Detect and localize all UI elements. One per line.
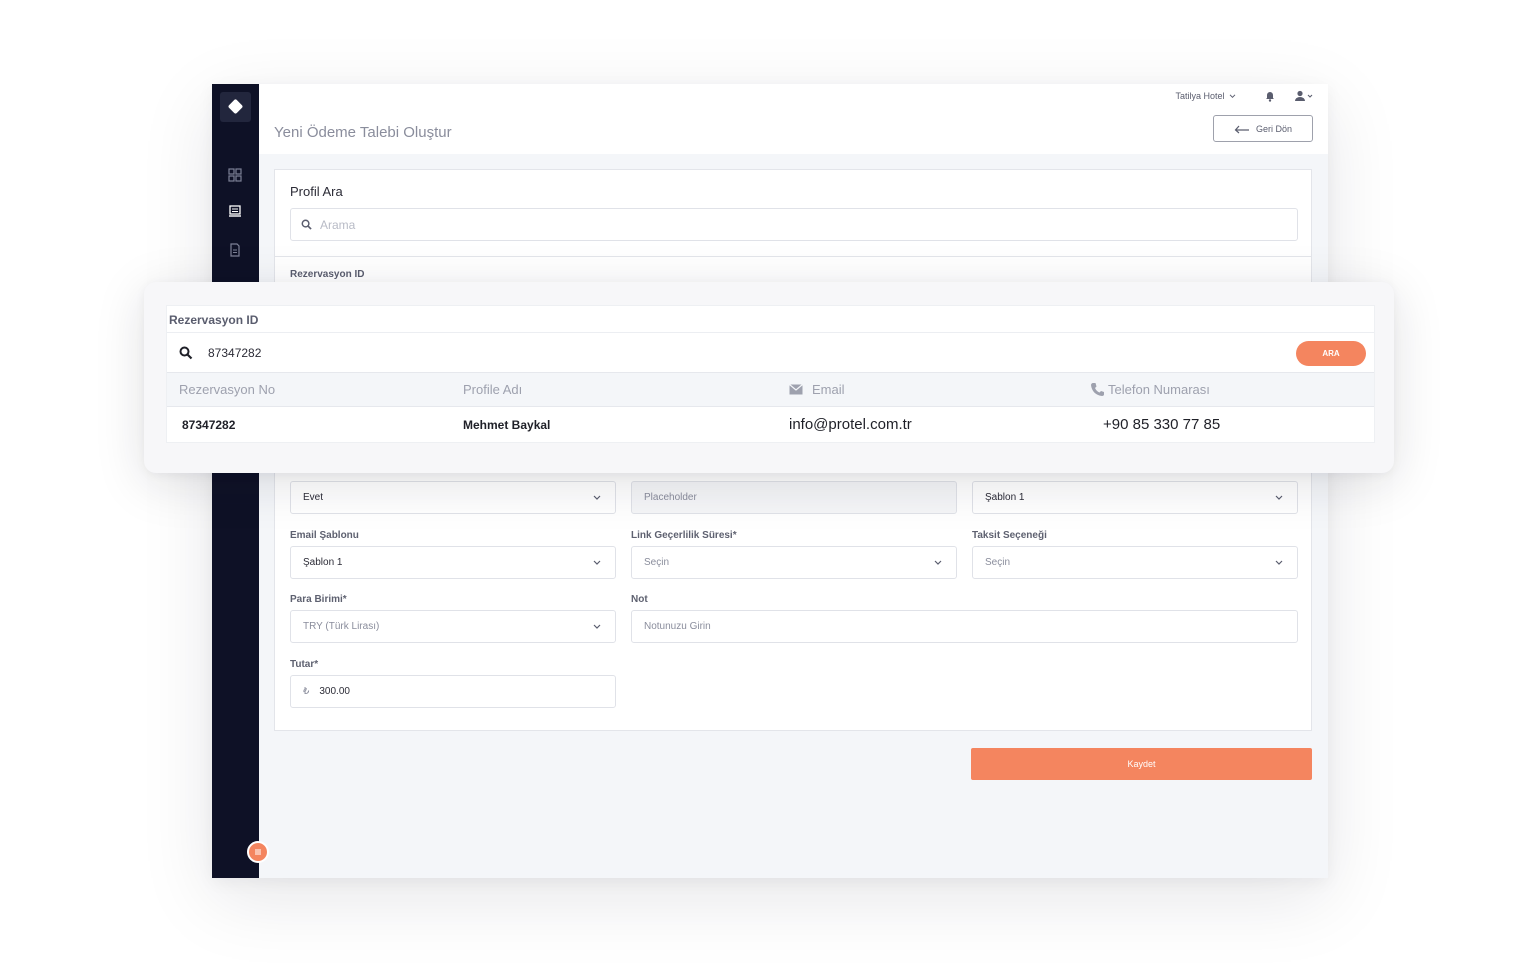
col-profile-name: Profile Adı <box>463 382 523 397</box>
sidebar <box>212 84 269 878</box>
chevron-down-icon <box>1275 560 1283 565</box>
logo-icon <box>227 98 244 115</box>
phone-icon <box>1091 383 1104 396</box>
reservation-search-value[interactable]: 87347282 <box>208 346 261 360</box>
amount-label: Tutar* <box>290 659 319 670</box>
save-button-label: Kaydet <box>1127 759 1156 769</box>
template-select[interactable]: Şablon 1 <box>972 481 1298 514</box>
row-email: info@protel.com.tr <box>789 416 912 433</box>
mail-icon <box>789 384 803 395</box>
profile-search-input[interactable] <box>318 216 1222 233</box>
dashboard-icon[interactable] <box>227 167 243 183</box>
back-arrow-icon <box>1234 125 1249 133</box>
menu-icon <box>255 849 261 855</box>
logo[interactable] <box>220 92 251 122</box>
chevron-down-icon <box>1275 495 1283 500</box>
inbox-icon[interactable] <box>227 204 243 220</box>
results-header: Rezervasyon No Profile Adı Email Telefon… <box>167 372 1374 407</box>
yes-no-select[interactable]: Evet <box>290 481 616 514</box>
page-title: Yeni Ödeme Talebi Oluştur <box>274 124 452 141</box>
col-email: Email <box>812 382 845 397</box>
chevron-down-icon <box>934 560 942 565</box>
email-template-label: Email Şablonu <box>290 530 359 541</box>
currency-value: TRY (Türk Lirası) <box>303 621 380 632</box>
overlay-title: Rezervasyon ID <box>169 313 259 327</box>
currency-label: Para Birimi* <box>290 594 347 605</box>
row-reservation-no: 87347282 <box>182 418 236 432</box>
chevron-down-icon <box>593 624 601 629</box>
installment-value: Seçin <box>985 557 1011 568</box>
reservation-id-label: Rezervasyon ID <box>290 269 365 280</box>
email-template-value: Şablon 1 <box>303 557 343 568</box>
link-validity-select[interactable]: Seçin <box>631 546 957 579</box>
note-input[interactable]: Notunuzu Girin <box>631 610 1298 643</box>
template-select-value: Şablon 1 <box>985 492 1025 503</box>
row-phone: +90 85 330 77 85 <box>1103 416 1221 433</box>
save-button[interactable]: Kaydet <box>971 748 1312 780</box>
table-row[interactable]: 87347282 Mehmet Baykal info@protel.com.t… <box>167 407 1374 444</box>
divider <box>275 256 1311 257</box>
topbar: Tatilya Hotel Yeni Ödeme Talebi Oluştur … <box>259 84 1328 154</box>
search-icon <box>301 219 312 230</box>
search-button-label: ARA <box>1322 349 1340 358</box>
hotel-selector[interactable]: Tatilya Hotel <box>1175 91 1236 101</box>
chevron-down-icon <box>1229 94 1236 99</box>
note-label: Not <box>631 594 648 605</box>
lira-icon: ₺ <box>303 686 310 697</box>
col-reservation-no: Rezervasyon No <box>179 382 276 397</box>
email-template-select[interactable]: Şablon 1 <box>290 546 616 579</box>
back-button-label: Geri Dön <box>1255 123 1292 134</box>
search-icon <box>179 346 193 360</box>
hotel-selector-label: Tatilya Hotel <box>1175 91 1225 101</box>
profile-search-box[interactable] <box>290 208 1298 241</box>
reservation-search-bar[interactable]: 87347282 ARA <box>167 332 1374 372</box>
back-button[interactable]: Geri Dön <box>1213 115 1313 142</box>
amount-value: 300.00 <box>319 686 350 697</box>
placeholder-field[interactable]: Placeholder <box>631 481 957 514</box>
installment-label: Taksit Seçeneği <box>972 530 1047 541</box>
row-profile-name: Mehmet Baykal <box>463 418 551 432</box>
user-icon[interactable] <box>1294 90 1314 102</box>
col-phone: Telefon Numarası <box>1108 382 1210 397</box>
yes-no-select-value: Evet <box>303 492 324 503</box>
installment-select[interactable]: Seçin <box>972 546 1298 579</box>
placeholder-field-text: Placeholder <box>644 492 697 503</box>
link-validity-value: Seçin <box>644 557 670 568</box>
bell-icon[interactable] <box>1264 90 1276 102</box>
app-window: Tatilya Hotel Yeni Ödeme Talebi Oluştur … <box>212 84 1328 878</box>
search-button[interactable]: ARA <box>1296 341 1366 366</box>
document-icon[interactable] <box>227 242 243 258</box>
amount-input[interactable]: ₺ 300.00 <box>290 675 616 708</box>
reservation-search-panel: Rezervasyon ID 87347282 ARA Rezervasyon … <box>166 305 1375 443</box>
link-validity-label: Link Geçerlilik Süresi* <box>631 530 737 541</box>
profile-search-title: Profil Ara <box>290 184 343 199</box>
chevron-down-icon <box>593 495 601 500</box>
note-placeholder: Notunuzu Girin <box>644 621 711 632</box>
chevron-down-icon <box>593 560 601 565</box>
currency-select[interactable]: TRY (Türk Lirası) <box>290 610 616 643</box>
menu-button[interactable] <box>247 841 269 863</box>
reservation-search-popup: Rezervasyon ID 87347282 ARA Rezervasyon … <box>144 282 1394 473</box>
